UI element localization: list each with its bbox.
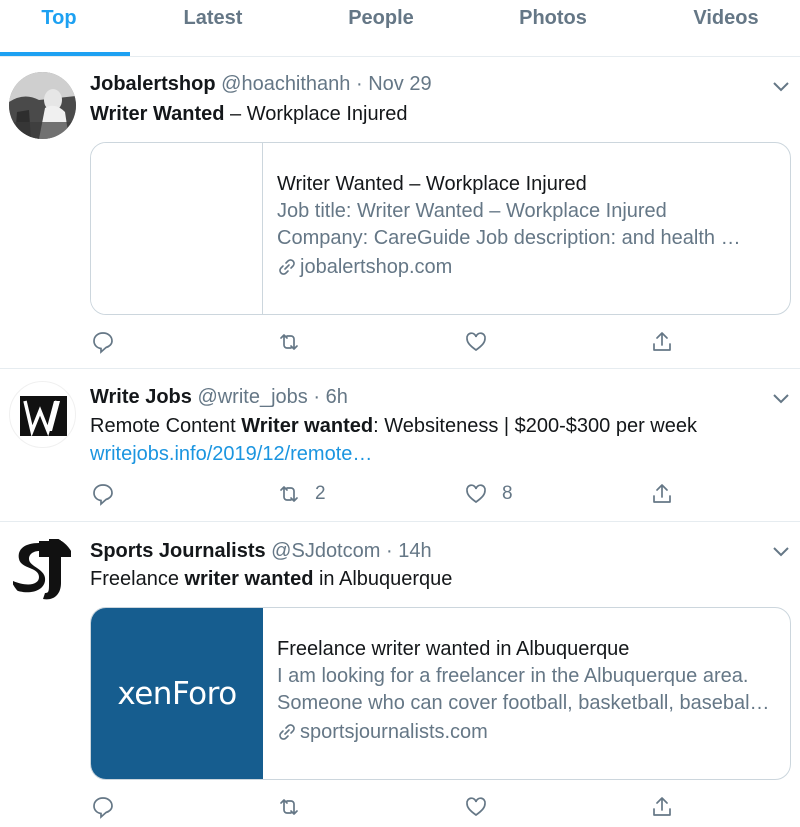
user-handle[interactable]: @hoachithanh — [221, 73, 350, 95]
separator: · — [313, 386, 321, 408]
avatar[interactable] — [9, 381, 76, 448]
card-thumbnail — [91, 143, 263, 314]
share-icon — [653, 332, 671, 351]
active-tab-indicator — [0, 52, 130, 56]
tweet-text-bold: writer wanted — [184, 568, 314, 590]
display-name[interactable]: Sports Journalists — [90, 540, 266, 562]
tab-top[interactable]: Top — [0, 0, 118, 57]
share-icon — [653, 484, 671, 503]
link-card[interactable]: xenForo Freelance writer wanted in Albuq… — [90, 607, 791, 780]
retweet-button[interactable] — [277, 793, 301, 821]
tweet-actions: 2 8 — [0, 480, 800, 508]
user-handle[interactable]: @write_jobs — [197, 386, 307, 408]
tab-photos-label: Photos — [519, 7, 587, 29]
chevron-down-icon[interactable] — [771, 541, 791, 561]
separator: · — [385, 540, 393, 562]
like-button[interactable] — [464, 793, 488, 821]
search-tabs: Top Latest People Photos Videos — [0, 0, 800, 57]
reply-button[interactable] — [91, 480, 115, 508]
timestamp[interactable]: 14h — [398, 540, 431, 562]
card-body: Freelance writer wanted in Albuquerque I… — [277, 635, 777, 747]
retweet-icon — [280, 486, 298, 502]
tab-top-label: Top — [41, 7, 77, 29]
tweet-text-rest: in Albuquerque — [313, 568, 453, 590]
avatar[interactable] — [9, 535, 76, 602]
link-card[interactable]: Writer Wanted – Workplace Injured Job ti… — [90, 142, 791, 315]
tweet-header: Sports Journalists @SJdotcom · 14h — [90, 539, 432, 563]
like-button[interactable]: 8 — [464, 480, 513, 508]
link-icon — [279, 259, 295, 275]
tab-photos[interactable]: Photos — [488, 0, 618, 57]
tab-latest-label: Latest — [183, 7, 243, 29]
tweet[interactable]: Sports Journalists @SJdotcom · 14h Freel… — [0, 523, 800, 827]
heart-icon — [466, 332, 486, 352]
reply-icon — [93, 332, 113, 354]
chevron-down-icon[interactable] — [771, 76, 791, 96]
card-domain-text: jobalertshop.com — [300, 256, 453, 278]
tab-people-label: People — [348, 7, 414, 29]
tab-videos[interactable]: Videos — [664, 0, 788, 57]
card-thumbnail: xenForo — [91, 608, 263, 779]
tweet-link[interactable]: writejobs.info/2019/12/remote… — [90, 441, 372, 467]
tweet-text-bold: Writer Wanted — [90, 103, 225, 125]
tweet-header: Write Jobs @write_jobs · 6h — [90, 385, 348, 409]
tab-videos-label: Videos — [693, 7, 759, 29]
retweet-icon — [280, 799, 298, 815]
like-button[interactable] — [464, 328, 488, 356]
reply-icon — [93, 484, 113, 506]
reply-button[interactable] — [91, 793, 115, 821]
card-domain: sportsjournalists.com — [277, 717, 777, 747]
tweet-actions — [0, 793, 800, 821]
share-icon — [653, 797, 671, 816]
tab-people[interactable]: People — [316, 0, 446, 57]
tweet-text: Freelance writer wanted in Albuquerque — [90, 565, 452, 593]
tweet-text-pre: Remote Content — [90, 415, 242, 437]
link-icon — [279, 724, 295, 740]
share-button[interactable] — [650, 793, 674, 821]
avatar[interactable] — [9, 72, 76, 139]
tweet-actions — [0, 328, 800, 356]
tweet-text: Writer Wanted – Workplace Injured — [90, 100, 408, 128]
tweet[interactable]: Jobalertshop @hoachithanh · Nov 29 Write… — [0, 58, 800, 369]
tab-latest[interactable]: Latest — [150, 0, 276, 57]
share-button[interactable] — [650, 480, 674, 508]
xenforo-logo: xenForo — [117, 675, 237, 712]
card-description-line: Company: CareGuide Job description: and … — [277, 227, 741, 249]
share-button[interactable] — [650, 328, 674, 356]
heart-icon — [466, 484, 486, 504]
reply-icon — [93, 797, 113, 819]
display-name[interactable]: Jobalertshop — [90, 73, 216, 95]
separator: · — [356, 73, 363, 95]
tweet-header: Jobalertshop @hoachithanh · Nov 29 — [90, 72, 432, 96]
reply-button[interactable] — [91, 328, 115, 356]
display-name[interactable]: Write Jobs — [90, 386, 192, 408]
timestamp[interactable]: 6h — [326, 386, 348, 408]
card-description-line: Job title: Writer Wanted – Workplace Inj… — [277, 200, 667, 222]
user-handle[interactable]: @SJdotcom — [271, 540, 380, 562]
heart-icon — [466, 797, 486, 817]
card-title: Freelance writer wanted in Albuquerque — [277, 638, 630, 660]
tweet-text-pre: Freelance — [90, 568, 185, 590]
retweet-icon — [280, 334, 298, 350]
tweet-text-bold: Writer wanted — [241, 415, 374, 437]
retweet-button[interactable] — [277, 328, 301, 356]
tweet-text: Remote Content Writer wanted: Websitenes… — [90, 412, 697, 440]
tweet-text-rest: : Websiteness | $200-$300 per week — [373, 415, 697, 437]
retweet-count: 2 — [315, 483, 326, 504]
timestamp[interactable]: Nov 29 — [368, 73, 431, 95]
retweet-button[interactable]: 2 — [277, 480, 326, 508]
card-description-line: I am looking for a freelancer in the Alb… — [277, 665, 749, 687]
card-title: Writer Wanted – Workplace Injured — [277, 173, 587, 195]
card-domain: jobalertshop.com — [277, 252, 777, 282]
card-description-line: Someone who can cover football, basketba… — [277, 692, 770, 714]
card-body: Writer Wanted – Workplace Injured Job ti… — [277, 170, 777, 282]
chevron-down-icon[interactable] — [771, 388, 791, 408]
tweet[interactable]: Write Jobs @write_jobs · 6h Remote Conte… — [0, 370, 800, 522]
like-count: 8 — [502, 483, 513, 504]
card-domain-text: sportsjournalists.com — [300, 721, 488, 743]
tweet-text-rest: – Workplace Injured — [224, 103, 408, 125]
